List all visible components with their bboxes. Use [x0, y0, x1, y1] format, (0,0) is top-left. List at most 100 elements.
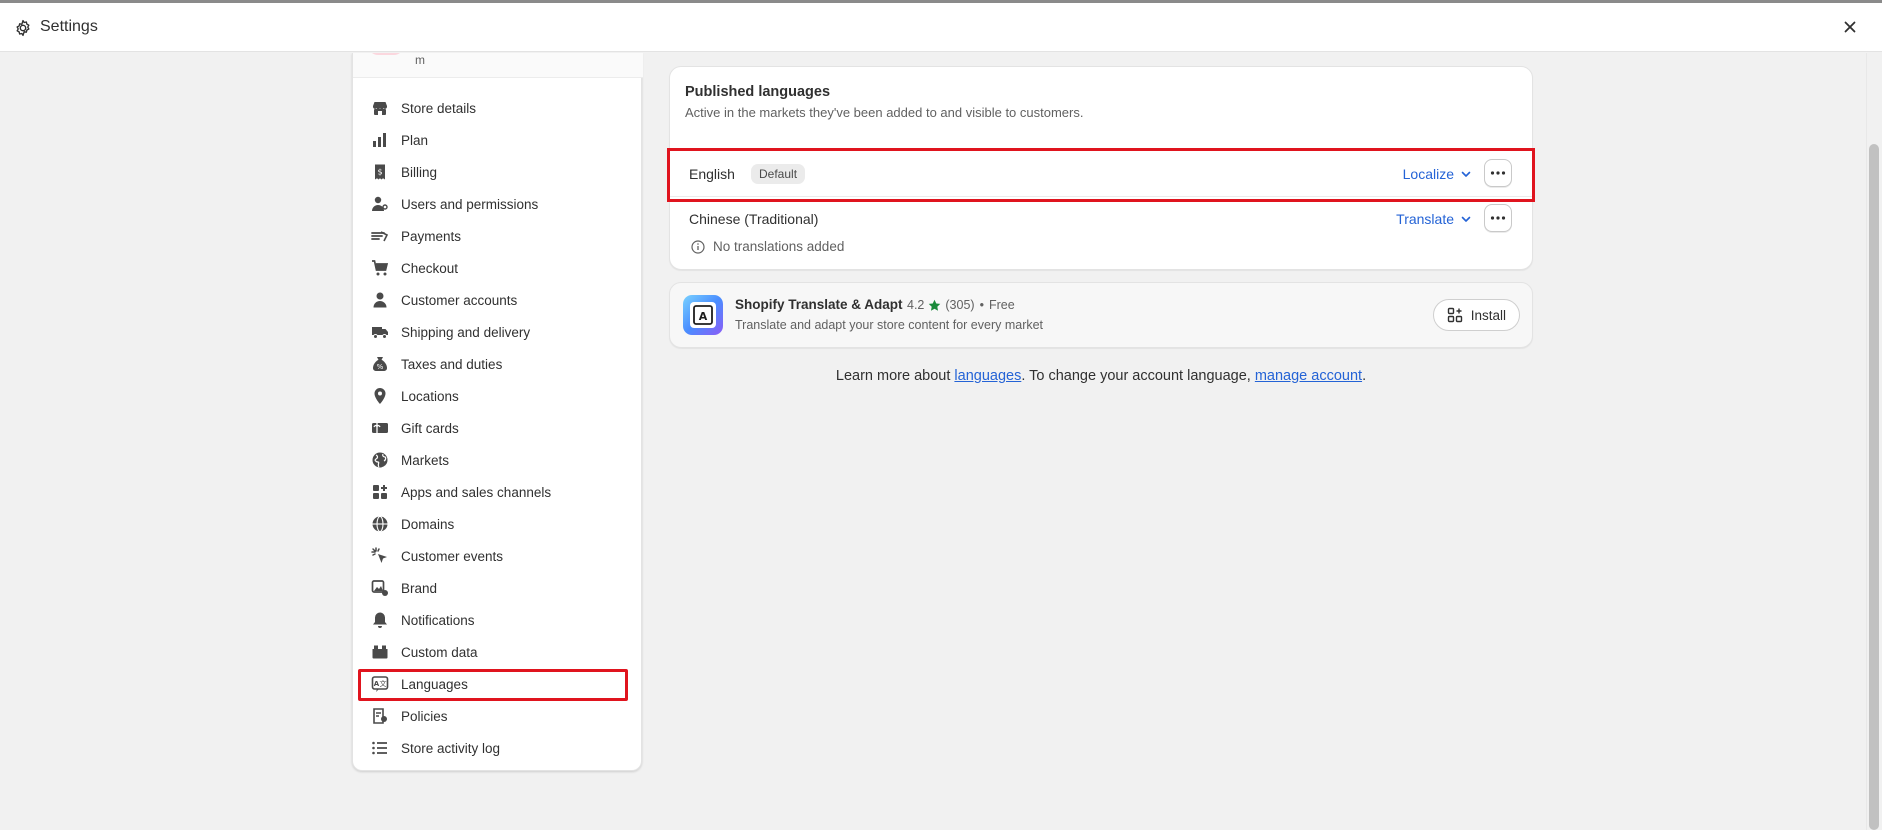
sidebar-item-taxes[interactable]: % Taxes and duties [353, 348, 643, 380]
sidebar-item-shipping[interactable]: Shipping and delivery [353, 316, 643, 348]
sidebar-item-languages[interactable]: A文 Languages [353, 668, 643, 701]
users-icon [372, 196, 388, 211]
more-actions-button[interactable] [1484, 159, 1512, 187]
sidebar-item-label: Policies [401, 708, 448, 724]
person-icon [373, 292, 387, 308]
chevron-down-icon [1461, 171, 1471, 177]
sidebar-item-activity-log[interactable]: Store activity log [353, 732, 643, 764]
app-icon-inner: A [690, 302, 716, 328]
localize-label: Localize [1402, 166, 1454, 182]
default-badge: Default [751, 164, 806, 184]
manage-account-link[interactable]: manage account [1255, 368, 1362, 384]
ellipsis-icon [1490, 216, 1506, 220]
shop-avatar [368, 53, 404, 55]
settings-nav: Store details Plan $ Billing Users and p… [353, 92, 643, 764]
truck-icon [372, 327, 388, 339]
sidebar-item-checkout[interactable]: Checkout [353, 252, 643, 284]
shop-header[interactable]: m [353, 53, 643, 78]
sidebar-item-users[interactable]: Users and permissions [353, 188, 643, 220]
published-languages-card: Published languages Active in the market… [667, 66, 1535, 270]
sidebar-item-notifications[interactable]: Notifications [353, 604, 643, 636]
sidebar-item-gift-cards[interactable]: Gift cards [353, 412, 643, 444]
list-icon [372, 741, 387, 755]
sidebar-item-label: Plan [401, 132, 429, 148]
domain-globe-icon [372, 515, 388, 533]
card-title: Published languages [685, 84, 831, 100]
meta-separator: • [979, 298, 984, 312]
highlight-box [358, 669, 628, 701]
sidebar-item-label: Custom data [401, 644, 478, 660]
footer-prefix: Learn more about [835, 368, 955, 384]
app-description: Translate and adapt your store content f… [735, 318, 1044, 332]
no-translations-note: No translations added [691, 239, 844, 254]
sidebar-item-label: Locations [401, 388, 459, 404]
footer-middle: . To change your account language, [1021, 368, 1255, 384]
scrollbar-thumb[interactable] [1869, 144, 1879, 830]
review-count: (305) [945, 298, 975, 312]
cart-icon [372, 260, 389, 276]
brand-icon [371, 580, 388, 596]
translate-app-card: A Shopify Translate & Adapt 4.2 (305) • … [669, 282, 1533, 348]
sidebar-item-label: Markets [401, 452, 450, 468]
sidebar-item-store-details[interactable]: Store details [353, 92, 643, 124]
ellipsis-icon [1490, 171, 1506, 175]
sidebar-item-label: Store details [401, 100, 477, 116]
app-rating: 4.2 (305) • Free [907, 298, 1015, 312]
rating-value: 4.2 [907, 298, 925, 312]
sidebar-item-policies[interactable]: Policies [353, 700, 643, 732]
sidebar-item-label: Notifications [401, 612, 475, 628]
translate-button[interactable]: Translate [1396, 211, 1472, 227]
translate-glyph-icon: A [693, 305, 713, 325]
sidebar-item-domains[interactable]: Domains [353, 508, 643, 540]
titlebar: Settings [0, 3, 1882, 52]
close-icon[interactable] [1842, 19, 1858, 35]
languages-link[interactable]: languages [954, 368, 1021, 384]
footer-suffix: . [1362, 368, 1367, 384]
window-title: Settings [40, 18, 98, 35]
sidebar-item-label: Brand [401, 580, 438, 596]
localize-button[interactable]: Localize [1403, 166, 1472, 182]
database-icon [372, 645, 388, 659]
install-button[interactable]: Install [1432, 299, 1520, 331]
language-name: Chinese (Traditional) [689, 211, 819, 227]
app-name: Shopify Translate & Adapt [735, 297, 903, 312]
settings-sidebar: m Store details Plan $ Billing Users and… [352, 53, 643, 771]
store-icon [373, 102, 387, 115]
sidebar-item-brand[interactable]: Brand [353, 572, 643, 604]
cursor-click-icon [371, 547, 387, 563]
apps-icon [373, 485, 387, 499]
sidebar-item-markets[interactable]: Markets [353, 444, 643, 476]
language-row-chinese: Chinese (Traditional) Translate No trans… [670, 196, 1532, 270]
sidebar-item-custom-data[interactable]: Custom data [353, 636, 643, 668]
sidebar-item-label: Taxes and duties [401, 356, 503, 372]
sidebar-item-customer-events[interactable]: Customer events [353, 540, 643, 572]
svg-text:A: A [699, 310, 708, 323]
shop-name: m [415, 53, 425, 67]
sidebar-item-label: Apps and sales channels [401, 484, 552, 500]
sidebar-item-customer-accounts[interactable]: Customer accounts [353, 284, 643, 316]
sidebar-item-plan[interactable]: Plan [353, 124, 643, 156]
sidebar-item-apps[interactable]: Apps and sales channels [353, 476, 643, 508]
chevron-down-icon [1461, 216, 1471, 222]
footer-help-text: Learn more about languages. To change yo… [669, 368, 1533, 384]
translate-label: Translate [1396, 211, 1454, 227]
sidebar-item-payments[interactable]: Payments [353, 220, 643, 252]
card-subtitle: Active in the markets they've been added… [685, 105, 1084, 120]
more-actions-button[interactable] [1484, 204, 1512, 232]
sidebar-item-billing[interactable]: $ Billing [353, 156, 643, 188]
sidebar-item-label: Store activity log [401, 740, 501, 756]
globe-icon [372, 452, 388, 468]
sidebar-item-locations[interactable]: Locations [353, 380, 643, 412]
money-bag-icon: % [373, 357, 387, 371]
install-label: Install [1470, 307, 1506, 323]
sidebar-item-label: Checkout [401, 260, 459, 276]
translate-app-icon: A [683, 295, 723, 335]
location-pin-icon [374, 388, 386, 404]
sidebar-item-label: Users and permissions [401, 196, 539, 212]
bell-icon [373, 612, 387, 628]
svg-text:$: $ [377, 168, 382, 177]
language-name: English [689, 166, 735, 182]
sidebar-item-label: Gift cards [401, 420, 459, 436]
sidebar-item-label: Customer events [401, 548, 504, 564]
policy-icon [373, 708, 387, 724]
